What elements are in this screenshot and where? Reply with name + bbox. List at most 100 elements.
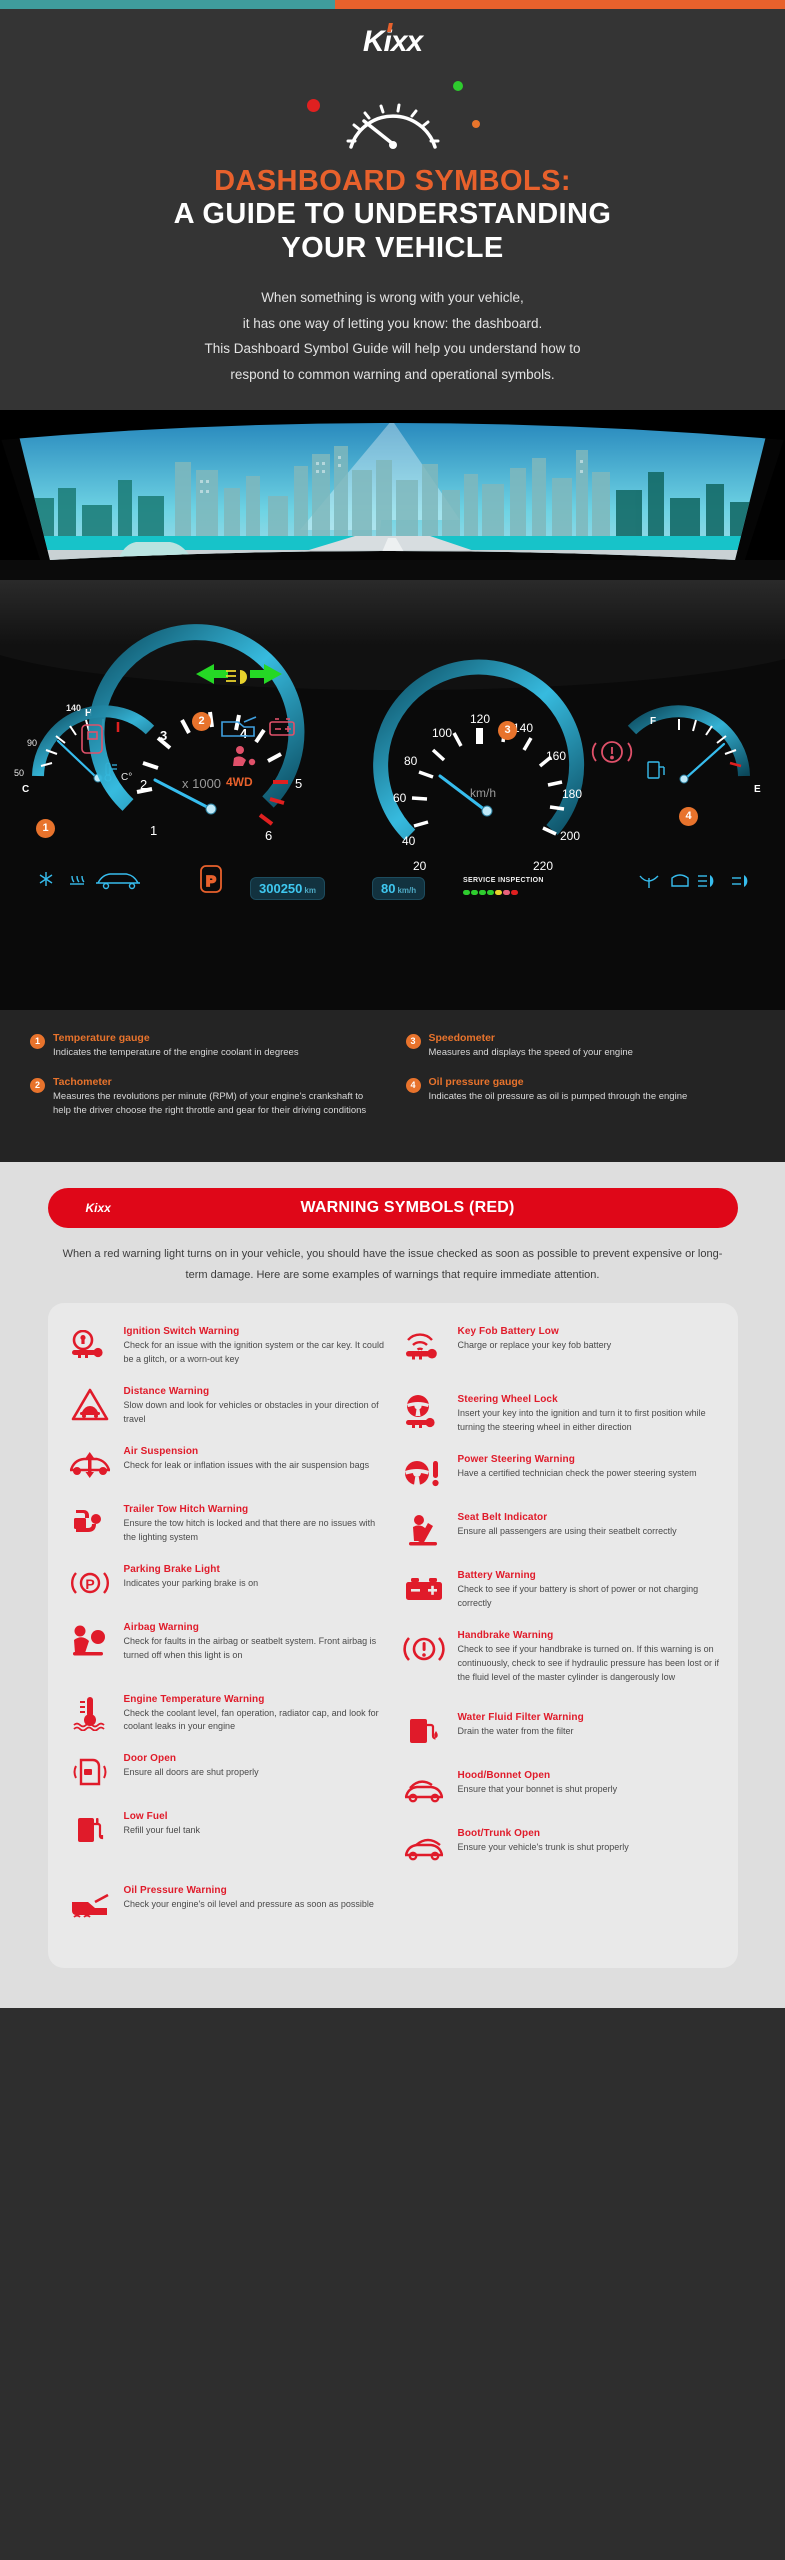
warning-item: Low Fuel Refill your fuel tank: [66, 1810, 386, 1850]
svg-text:180: 180: [562, 787, 582, 801]
warning-lead-paragraph: When a red warning light turns on in you…: [62, 1248, 723, 1281]
warning-title: Ignition Switch Warning: [123, 1326, 240, 1338]
warning-title: Hood/Bonnet Open: [457, 1769, 551, 1781]
warning-title: Water Fluid Filter Warning: [457, 1711, 584, 1723]
snowflake-icon: [39, 871, 53, 886]
top-color-bars: [0, 0, 785, 9]
warning-item: Boot/Trunk Open Ensure your vehicle's tr…: [400, 1827, 720, 1867]
svg-text:6: 6: [265, 828, 272, 843]
legend-title: Speedometer: [428, 1031, 496, 1044]
marker-2: 2: [192, 711, 211, 731]
warning-item: Door Open Ensure all doors are shut prop…: [66, 1752, 386, 1792]
hero-gauge-illustration: [293, 77, 493, 149]
warning-column-right: Key Fob Battery Low Charge or replace yo…: [400, 1325, 720, 1942]
odometer-unit: km: [304, 885, 316, 895]
banner-title: WARNING SYMBOLS (RED): [300, 1199, 515, 1217]
intro-paragraph: When something is wrong with your vehicl…: [0, 285, 785, 388]
warning-desc: Insert your key into the ignition and tu…: [457, 1408, 706, 1432]
warning-title: Key Fob Battery Low: [457, 1326, 559, 1338]
svg-text:40: 40: [402, 834, 416, 848]
legend-desc: Measures the revolutions per minute (RPM…: [53, 1090, 367, 1117]
svg-text:60: 60: [393, 791, 407, 805]
warning-title: Airbag Warning: [123, 1621, 199, 1633]
warning-desc: Have a certified technician check the po…: [457, 1467, 697, 1478]
warning-item: Hood/Bonnet Open Ensure that your bonnet…: [400, 1769, 720, 1809]
hero-section: Kixx DASHBOARD SYMBOLS: A GUIDE TO UNDER…: [0, 9, 785, 410]
warning-item: Airbag Warning Check for faults in the a…: [66, 1621, 386, 1663]
headlight-icon: [226, 669, 247, 684]
service-inspection-dots: [463, 889, 518, 895]
battery-warning-icon: [400, 1569, 448, 1609]
low-fuel-icon: [66, 1810, 114, 1850]
legend-number: 1: [30, 1033, 45, 1049]
warning-title: Seat Belt Indicator: [457, 1511, 548, 1523]
warning-desc: Refill your fuel tank: [123, 1825, 201, 1836]
door-open-icon: [66, 1752, 114, 1792]
svg-text:100: 100: [432, 726, 452, 740]
kixx-logo: Kixx: [362, 23, 423, 59]
warning-item: Steering Wheel Lock Insert your key into…: [400, 1393, 720, 1435]
warning-desc: Ensure the tow hitch is locked and that …: [123, 1517, 376, 1542]
svg-text:200: 200: [560, 829, 580, 843]
dashboard-cluster: 140 H 90 50 C C° 2 3 4 5 6 1 x 1000 40 6…: [0, 579, 785, 1010]
logo-text: Kixx: [362, 25, 423, 58]
warning-item: Power Steering Warning Have a certified …: [400, 1453, 720, 1493]
warning-title: Engine Temperature Warning: [123, 1693, 265, 1705]
intro-line-3: This Dashboard Symbol Guide will help yo…: [204, 341, 581, 357]
warning-item: Distance Warning Slow down and look for …: [66, 1385, 386, 1427]
svg-text:5: 5: [295, 776, 302, 791]
legend-title: Temperature gauge: [53, 1031, 150, 1044]
warning-title: Power Steering Warning: [457, 1453, 575, 1465]
seat-belt-icon: [400, 1511, 448, 1551]
fuel-pump-telltale: [647, 760, 665, 779]
warning-title: Boot/Trunk Open: [457, 1827, 541, 1839]
svg-text:140: 140: [66, 703, 81, 713]
brake-warning-telltale-icon: [591, 740, 633, 763]
warning-title: Parking Brake Light: [123, 1563, 220, 1575]
warning-title: Trailer Tow Hitch Warning: [123, 1503, 249, 1515]
warning-item: Key Fob Battery Low Charge or replace yo…: [400, 1325, 720, 1365]
warning-item: Ignition Switch Warning Check for an iss…: [66, 1325, 386, 1367]
odometer-value: 300250: [259, 880, 303, 896]
steering-wheel-lock-icon: [400, 1393, 448, 1433]
warning-desc: Check to see if your battery is short of…: [457, 1583, 699, 1608]
warning-item: Trailer Tow Hitch Warning Ensure the tow…: [66, 1503, 386, 1545]
svg-text:P: P: [206, 873, 216, 890]
svg-text:F: F: [650, 716, 656, 727]
page-title-line2: A GUIDE TO UNDERSTANDING: [173, 198, 612, 231]
legend-desc: Indicates the oil pressure as oil is pum…: [428, 1090, 688, 1102]
legend-column-left: 1 Temperature gauge Indicates the temper…: [30, 1032, 380, 1135]
svg-text:2: 2: [140, 777, 147, 792]
4wd-telltale-label: 4WD: [226, 775, 253, 789]
svg-text:x 1000: x 1000: [182, 776, 221, 791]
svg-text:160: 160: [546, 749, 566, 763]
airbag-icon: [66, 1621, 114, 1661]
svg-text:C: C: [22, 784, 29, 795]
intro-line-4: respond to common warning and operationa…: [230, 366, 555, 382]
legend-desc: Measures and displays the speed of your …: [428, 1046, 633, 1058]
speedometer-gauge: 40 60 80 100 120 140 160 180 200 220 20 …: [373, 659, 585, 873]
tachometer-gauge: 2 3 4 5 6 1 x 1000: [88, 623, 305, 843]
warning-title: Handbrake Warning: [457, 1629, 554, 1641]
power-steering-icon: [400, 1453, 448, 1493]
legend-number: 4: [405, 1077, 421, 1093]
warning-desc: Indicates your parking brake is on: [123, 1577, 259, 1588]
warning-item: Air Suspension Check for leak or inflati…: [66, 1445, 386, 1485]
warning-title: Door Open: [123, 1753, 177, 1765]
svg-text:P: P: [85, 1576, 94, 1592]
top-bar-teal: [0, 0, 335, 9]
rear-defrost-icon: [671, 873, 689, 887]
warning-symbols-card: Ignition Switch Warning Check for an iss…: [47, 1303, 738, 1969]
windshield-scene: [0, 409, 785, 580]
warning-title: Steering Wheel Lock: [457, 1394, 558, 1406]
engine-temperature-icon: [66, 1693, 114, 1733]
odometer-display: 300250 km: [250, 876, 325, 900]
svg-text:220: 220: [533, 859, 553, 873]
key-fob-battery-icon: [400, 1325, 448, 1365]
warning-desc: Check for faults in the airbag or seatbe…: [123, 1635, 377, 1660]
trailer-tow-hitch-icon: [66, 1503, 114, 1543]
instrument-cluster-graphics: 140 H 90 50 C C° 2 3 4 5 6 1 x 1000 40 6…: [14, 623, 761, 893]
page-title-line1: DASHBOARD SYMBOLS:: [214, 165, 571, 197]
svg-text:120: 120: [470, 712, 490, 726]
warning-desc: Ensure all passengers are using their se…: [457, 1525, 677, 1536]
